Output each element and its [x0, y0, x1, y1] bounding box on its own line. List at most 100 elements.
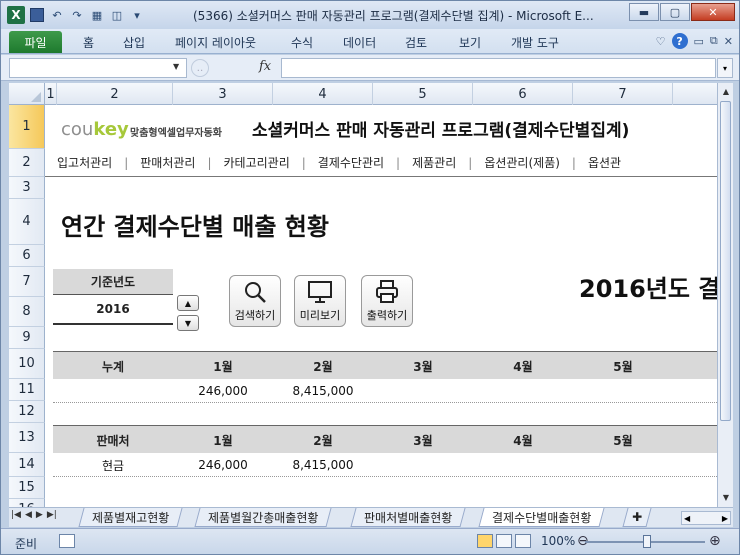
table-cell[interactable] — [573, 379, 673, 403]
row-header[interactable]: 9 — [9, 327, 45, 349]
table-cell[interactable]: 246,000 — [173, 379, 273, 403]
normal-view-icon[interactable] — [477, 534, 493, 548]
menu-item-options-product[interactable]: 옵션관리(제품) — [472, 154, 572, 171]
tab-view[interactable]: 보기 — [459, 34, 481, 51]
last-sheet-icon[interactable]: ▶| — [47, 510, 57, 520]
undo-button[interactable]: ↶ — [49, 7, 65, 23]
column-header[interactable]: 6 — [473, 83, 573, 105]
menu-item-categories[interactable]: 카테고리관리 — [212, 154, 302, 171]
row-header[interactable]: 7 — [9, 267, 45, 297]
table-cell[interactable]: 246,000 — [173, 453, 273, 477]
scroll-up-icon[interactable]: ▲ — [720, 85, 732, 97]
zoom-level[interactable]: 100% — [541, 534, 575, 548]
tab-data[interactable]: 데이터 — [343, 34, 376, 51]
table-cell[interactable] — [473, 379, 573, 403]
sheet-tab-active[interactable]: 결제수단별매출현황 — [478, 508, 605, 527]
excel-app-icon[interactable]: X — [7, 6, 25, 24]
base-year-value[interactable]: 2016 — [53, 295, 173, 325]
save-button[interactable] — [29, 7, 45, 23]
row-header[interactable]: 15 — [9, 477, 45, 499]
maximize-button[interactable]: ▢ — [660, 3, 690, 21]
row-header[interactable]: 6 — [9, 245, 45, 267]
camera-icon-button[interactable]: ◫ — [109, 7, 125, 23]
tab-review[interactable]: 검토 — [405, 34, 427, 51]
close-button[interactable]: ✕ — [691, 3, 735, 21]
menu-item-products[interactable]: 제품관리 — [400, 154, 468, 171]
row-header[interactable]: 13 — [9, 423, 45, 453]
year-up-button[interactable]: ▲ — [177, 295, 199, 311]
tab-developer[interactable]: 개발 도구 — [511, 34, 559, 51]
row-header[interactable]: 10 — [9, 349, 45, 379]
table-cell[interactable] — [373, 453, 473, 477]
restore-workbook-icon[interactable]: ▭ — [694, 35, 704, 48]
column-header[interactable]: 4 — [273, 83, 373, 105]
ribbon-collapse-icon[interactable]: ♡ — [656, 35, 666, 48]
sheet-tab[interactable]: 제품별월간총매출현황 — [194, 508, 332, 527]
menu-item-payment-methods[interactable]: 결제수단관리 — [306, 154, 396, 171]
zoom-in-icon[interactable]: ⊕ — [709, 533, 721, 549]
tab-formulas[interactable]: 수식 — [291, 34, 313, 51]
next-sheet-icon[interactable]: ▶ — [36, 510, 43, 520]
close-workbook-icon[interactable]: ✕ — [724, 35, 733, 48]
page-layout-view-icon[interactable] — [496, 534, 512, 548]
row-header[interactable]: 2 — [9, 149, 45, 177]
name-box[interactable] — [9, 58, 187, 78]
help-icon[interactable]: ? — [671, 33, 688, 49]
tab-page-layout[interactable]: 페이지 레이아웃 — [175, 34, 256, 51]
row-header[interactable]: 1 — [9, 105, 45, 149]
row-header[interactable]: 8 — [9, 297, 45, 327]
menu-item-suppliers[interactable]: 입고처관리 — [45, 154, 124, 171]
tab-home[interactable]: 홈 — [83, 34, 94, 51]
table-cell[interactable] — [573, 453, 673, 477]
row-header[interactable]: 3 — [9, 177, 45, 199]
search-button[interactable]: 검색하기 — [229, 275, 281, 327]
column-header[interactable]: 3 — [173, 83, 273, 105]
scroll-down-icon[interactable]: ▼ — [720, 491, 732, 503]
new-sheet-button[interactable]: ✚ — [622, 508, 652, 527]
year-down-button[interactable]: ▼ — [177, 315, 199, 331]
tab-file[interactable]: 파일 — [9, 31, 62, 53]
workbook-window-icon[interactable]: ⧉ — [710, 34, 718, 48]
scroll-right-icon[interactable]: ▶ — [722, 514, 728, 523]
row-header[interactable]: 16 — [9, 499, 45, 507]
preview-button[interactable]: 미리보기 — [294, 275, 346, 327]
minimize-button[interactable]: ▬ — [629, 3, 659, 21]
page-break-view-icon[interactable] — [515, 534, 531, 548]
table-cell[interactable] — [53, 379, 173, 403]
insert-function-icon[interactable]: fx — [259, 59, 271, 74]
column-header[interactable]: 5 — [373, 83, 473, 105]
print-button[interactable]: 출력하기 — [361, 275, 413, 327]
table-cell[interactable]: 8,415,000 — [273, 453, 373, 477]
select-all-corner[interactable] — [9, 83, 45, 105]
formula-input[interactable] — [281, 58, 716, 78]
table-cell[interactable]: 8,415,000 — [273, 379, 373, 403]
table-cell[interactable]: 현금 — [53, 453, 173, 477]
vertical-scrollbar[interactable]: ▲ ▼ — [717, 83, 733, 507]
redo-button[interactable]: ↷ — [69, 7, 85, 23]
scroll-thumb[interactable] — [720, 101, 731, 421]
row-header[interactable]: 4 — [9, 199, 45, 245]
name-box-dropdown-icon[interactable]: ▼ — [173, 62, 179, 71]
column-header[interactable]: 2 — [57, 83, 173, 105]
macro-record-icon[interactable] — [59, 534, 75, 548]
row-header[interactable]: 14 — [9, 453, 45, 477]
sheet-tab[interactable]: 제품별재고현황 — [78, 508, 183, 527]
expand-formula-bar-icon[interactable]: ▾ — [717, 58, 733, 78]
formula-bar-handle[interactable]: ‥ — [191, 59, 209, 77]
zoom-slider-handle[interactable] — [643, 535, 651, 548]
sheet-tab[interactable]: 판매처별매출현황 — [350, 508, 466, 527]
table-cell[interactable] — [373, 379, 473, 403]
scroll-left-icon[interactable]: ◀ — [684, 514, 690, 523]
customize-qa-button[interactable]: ▾ — [129, 7, 145, 23]
row-header[interactable]: 12 — [9, 401, 45, 423]
tab-insert[interactable]: 삽입 — [123, 34, 145, 51]
column-header[interactable]: 7 — [573, 83, 673, 105]
row-header[interactable]: 11 — [9, 379, 45, 401]
table-cell[interactable] — [473, 453, 573, 477]
menu-item-sellers[interactable]: 판매처관리 — [128, 154, 207, 171]
form-icon-button[interactable]: ▦ — [89, 7, 105, 23]
menu-item-options[interactable]: 옵션관 — [576, 154, 633, 171]
column-header[interactable]: 1 — [45, 83, 57, 105]
first-sheet-icon[interactable]: |◀ — [11, 510, 21, 520]
prev-sheet-icon[interactable]: ◀ — [25, 510, 32, 520]
